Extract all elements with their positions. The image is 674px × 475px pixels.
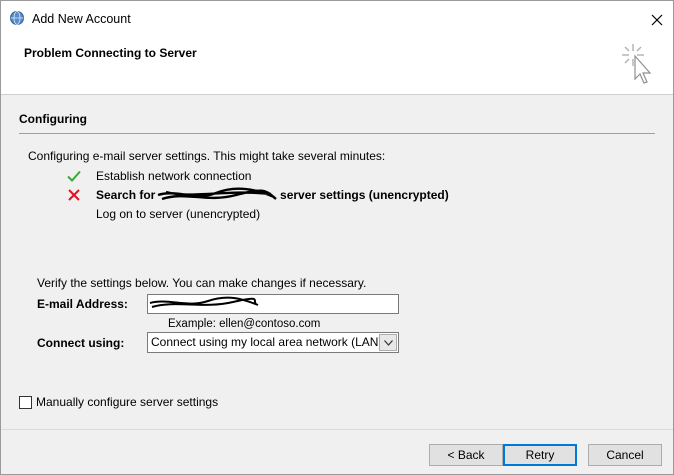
wizard-cursor-icon: [622, 44, 652, 84]
email-label: E-mail Address:: [37, 297, 128, 311]
connect-using-value: Connect using my local area network (LAN…: [151, 335, 383, 349]
email-field[interactable]: [147, 294, 399, 314]
redaction-scribble: [149, 296, 259, 308]
progress-step-search: Search for server settings (unencrypted): [67, 187, 449, 203]
section-divider: [19, 133, 655, 134]
dropdown-button[interactable]: [379, 334, 397, 351]
section-title: Configuring: [19, 112, 87, 126]
retry-button[interactable]: Retry: [503, 444, 577, 466]
step-label: Establish network connection: [96, 169, 252, 183]
wizard-header: Problem Connecting to Server: [1, 39, 673, 95]
verify-text: Verify the settings below. You can make …: [37, 276, 367, 290]
window-title: Add New Account: [32, 12, 131, 26]
redaction-scribble: [157, 187, 277, 201]
email-example: Example: ellen@contoso.com: [168, 318, 321, 330]
close-icon: [651, 14, 663, 26]
step-label: Log on to server (unencrypted): [96, 207, 261, 221]
connect-using-dropdown[interactable]: Connect using my local area network (LAN…: [147, 332, 399, 353]
connect-using-label: Connect using:: [37, 336, 125, 350]
back-button[interactable]: < Back: [429, 444, 503, 466]
close-button[interactable]: [641, 1, 673, 39]
manual-config-checkbox[interactable]: [19, 395, 32, 409]
page-title: Problem Connecting to Server: [24, 46, 197, 60]
title-bar: Add New Account: [1, 1, 673, 39]
add-account-dialog: Add New Account Problem Connecting to Se…: [0, 0, 674, 475]
error-x-icon: [68, 189, 80, 201]
chevron-down-icon: [383, 339, 393, 346]
manual-config-option[interactable]: Manually configure server settings: [19, 395, 218, 409]
outlook-account-icon: [10, 11, 24, 25]
progress-step-logon: Log on to server (unencrypted): [67, 206, 260, 222]
progress-step-network: Establish network connection: [67, 168, 251, 184]
manual-config-label: Manually configure server settings: [36, 395, 219, 409]
footer-divider: [1, 429, 673, 430]
cancel-button[interactable]: Cancel: [588, 444, 662, 466]
progress-intro: Configuring e-mail server settings. This…: [28, 149, 386, 163]
check-icon: [67, 170, 81, 182]
